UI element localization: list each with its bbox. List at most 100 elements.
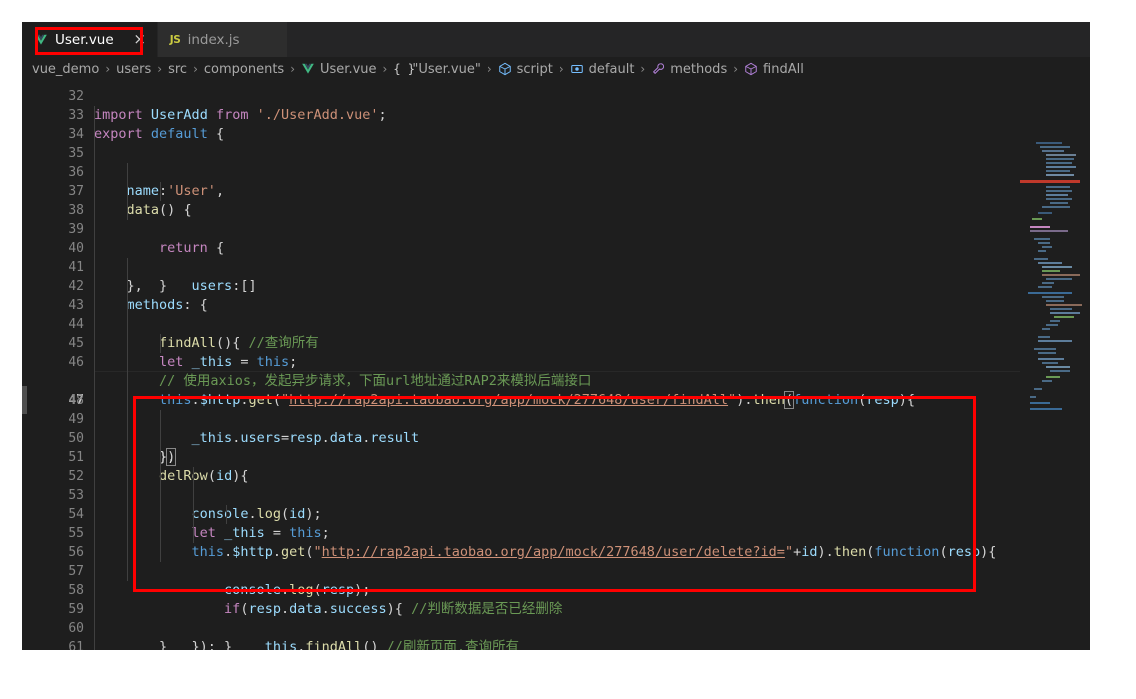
- breadcrumb-item-user-vue-symbol[interactable]: { } "User.vue": [393, 62, 480, 77]
- code-line-52[interactable]: 52 this.$http.get("http://rap2api.taobao…: [22, 448, 1090, 560]
- indent-guide: [94, 638, 95, 650]
- breadcrumb-item-user-vue[interactable]: User.vue: [301, 62, 377, 77]
- breadcrumb-separator: ›: [290, 62, 296, 76]
- indent-guide: [160, 429, 161, 448]
- code-line-54[interactable]: 54 if(resp.data.success){ //判断数据是否已经删除: [22, 486, 1090, 617]
- code-line-43[interactable]: 43 let _this = this;: [22, 277, 1090, 370]
- page-bottom-margin: [0, 650, 1136, 699]
- breadcrumb-item-vue_demo[interactable]: vue_demo: [32, 62, 99, 77]
- breadcrumb-item-findall[interactable]: findAll: [744, 62, 804, 77]
- indent-guide: [94, 296, 95, 315]
- indent-guide: [160, 505, 161, 524]
- module-icon: [570, 62, 584, 76]
- breadcrumb-item-default[interactable]: default: [570, 61, 635, 77]
- breadcrumb-separator: ›: [640, 62, 646, 76]
- indent-guide: [193, 486, 194, 505]
- code-line-62[interactable]: 62 created() {: [22, 638, 1090, 650]
- breadcrumb-item-methods[interactable]: methods: [651, 62, 727, 77]
- indent-guide: [127, 201, 128, 220]
- code-line-56[interactable]: 56 }: [22, 524, 1090, 650]
- breadcrumb-item-users[interactable]: users: [116, 62, 151, 77]
- code-line-55[interactable]: 55 _this.findAll() //刷新页面,查询所有: [22, 505, 1090, 650]
- code-line-37[interactable]: 37 return {: [22, 163, 1090, 256]
- tab-label: index.js: [187, 31, 240, 48]
- cube-pink-icon: [744, 62, 758, 76]
- code-line-61[interactable]: 61 components:{UserAdd},: [22, 619, 1090, 650]
- code-line-47[interactable]: 47 }): [22, 353, 1090, 466]
- indent-guide: [127, 562, 128, 581]
- page-left-margin: [0, 0, 22, 699]
- indent-guide: [94, 410, 95, 429]
- indent-guide: [94, 372, 95, 391]
- breadcrumb: vue_demo › users › src › components › Us…: [22, 57, 1090, 81]
- code-line-57[interactable]: 57 });: [22, 543, 1090, 650]
- code-line-50[interactable]: 50 console.log(id);: [22, 410, 1090, 522]
- breadcrumb-label: vue_demo: [32, 61, 100, 77]
- breadcrumb-label: "User.vue": [412, 61, 481, 77]
- indent-guide: [127, 258, 128, 277]
- indent-guide: [94, 429, 95, 448]
- code-lines: 32 import UserAdd from './UserAdd.vue'; …: [22, 81, 1090, 650]
- indent-guide: [160, 467, 161, 486]
- breadcrumb-label: methods: [670, 61, 728, 77]
- indent-guide: [94, 201, 95, 220]
- indent-guide: [94, 258, 95, 277]
- indent-guide: [94, 524, 95, 543]
- indent-guide: [94, 334, 95, 353]
- breadcrumb-separator: ›: [486, 62, 492, 76]
- indent-guide: [94, 239, 95, 258]
- code-line-48[interactable]: 48 },: [22, 372, 1090, 465]
- code-editor[interactable]: 32 import UserAdd from './UserAdd.vue'; …: [22, 81, 1090, 650]
- tab-label: User.vue: [55, 31, 114, 48]
- code-line-59[interactable]: 59: [22, 581, 1090, 617]
- vscode-window: User.vue × JS index.js vue_demo › users …: [22, 22, 1090, 650]
- indent-guide: [127, 334, 128, 353]
- indent-guide: [94, 106, 95, 125]
- code-line-51[interactable]: 51 let _this = this;: [22, 429, 1090, 541]
- code-line-36[interactable]: 36 data() {: [22, 144, 1090, 218]
- indent-guide: [94, 448, 95, 467]
- indent-guide: [160, 410, 161, 429]
- indent-guide: [94, 220, 95, 239]
- breadcrumb-label: default: [588, 61, 635, 77]
- indent-guide: [160, 486, 161, 505]
- code-line-44[interactable]: 44 // 使用axios，发起异步请求，下面url地址通过RAP2来模拟后端接…: [22, 296, 1090, 389]
- tab-index-js[interactable]: JS index.js: [157, 22, 288, 57]
- code-line-45[interactable]: 45 this.$http.get("http://rap2api.taobao…: [22, 315, 1090, 409]
- indent-guide: [127, 543, 128, 562]
- code-line-34[interactable]: 34: [22, 106, 1090, 142]
- editor-tab-bar: User.vue × JS index.js: [22, 22, 1090, 57]
- tab-user-vue[interactable]: User.vue ×: [22, 22, 158, 57]
- indent-guide: [127, 277, 128, 296]
- breadcrumb-item-components[interactable]: components: [204, 62, 284, 77]
- indent-guide: [127, 391, 128, 410]
- code-line-46[interactable]: 46 _this.users=resp.data.result: [22, 334, 1090, 446]
- indent-guide: [127, 505, 128, 524]
- code-line-58[interactable]: 58 }: [22, 562, 1090, 650]
- indent-guide: [94, 144, 95, 163]
- indent-guide: [127, 410, 128, 429]
- breadcrumb-item-script[interactable]: script: [498, 62, 553, 77]
- code-line-39[interactable]: 39 }: [22, 201, 1090, 294]
- indent-guide: [127, 163, 128, 182]
- code-line-38[interactable]: 38 users:[]: [22, 182, 1090, 294]
- indent-guide: [94, 182, 95, 201]
- code-line-35[interactable]: 35 name:'User',: [22, 125, 1090, 199]
- close-icon[interactable]: ×: [133, 32, 147, 47]
- minimap[interactable]: [1020, 140, 1082, 650]
- code-line-49[interactable]: 49 delRow(id){: [22, 391, 1090, 484]
- indent-guide: [160, 182, 161, 201]
- breadcrumb-item-src[interactable]: src: [168, 62, 187, 77]
- js-icon: JS: [169, 33, 181, 46]
- vue-icon: [34, 33, 48, 47]
- code-line-53[interactable]: 53 console.log(resp);: [22, 467, 1090, 598]
- breadcrumb-label: script: [516, 61, 553, 77]
- code-line-33[interactable]: 33 export default {: [22, 87, 1090, 142]
- breadcrumb-separator: ›: [733, 62, 739, 76]
- code-line-41[interactable]: 41 methods: {: [22, 239, 1090, 313]
- breadcrumb-separator: ›: [105, 62, 111, 76]
- code-line-40[interactable]: 40 },: [22, 220, 1090, 294]
- code-line-60[interactable]: 60 },: [22, 600, 1090, 636]
- code-line-42[interactable]: 42 findAll(){ //查询所有: [22, 258, 1090, 351]
- indent-guide: [127, 353, 128, 372]
